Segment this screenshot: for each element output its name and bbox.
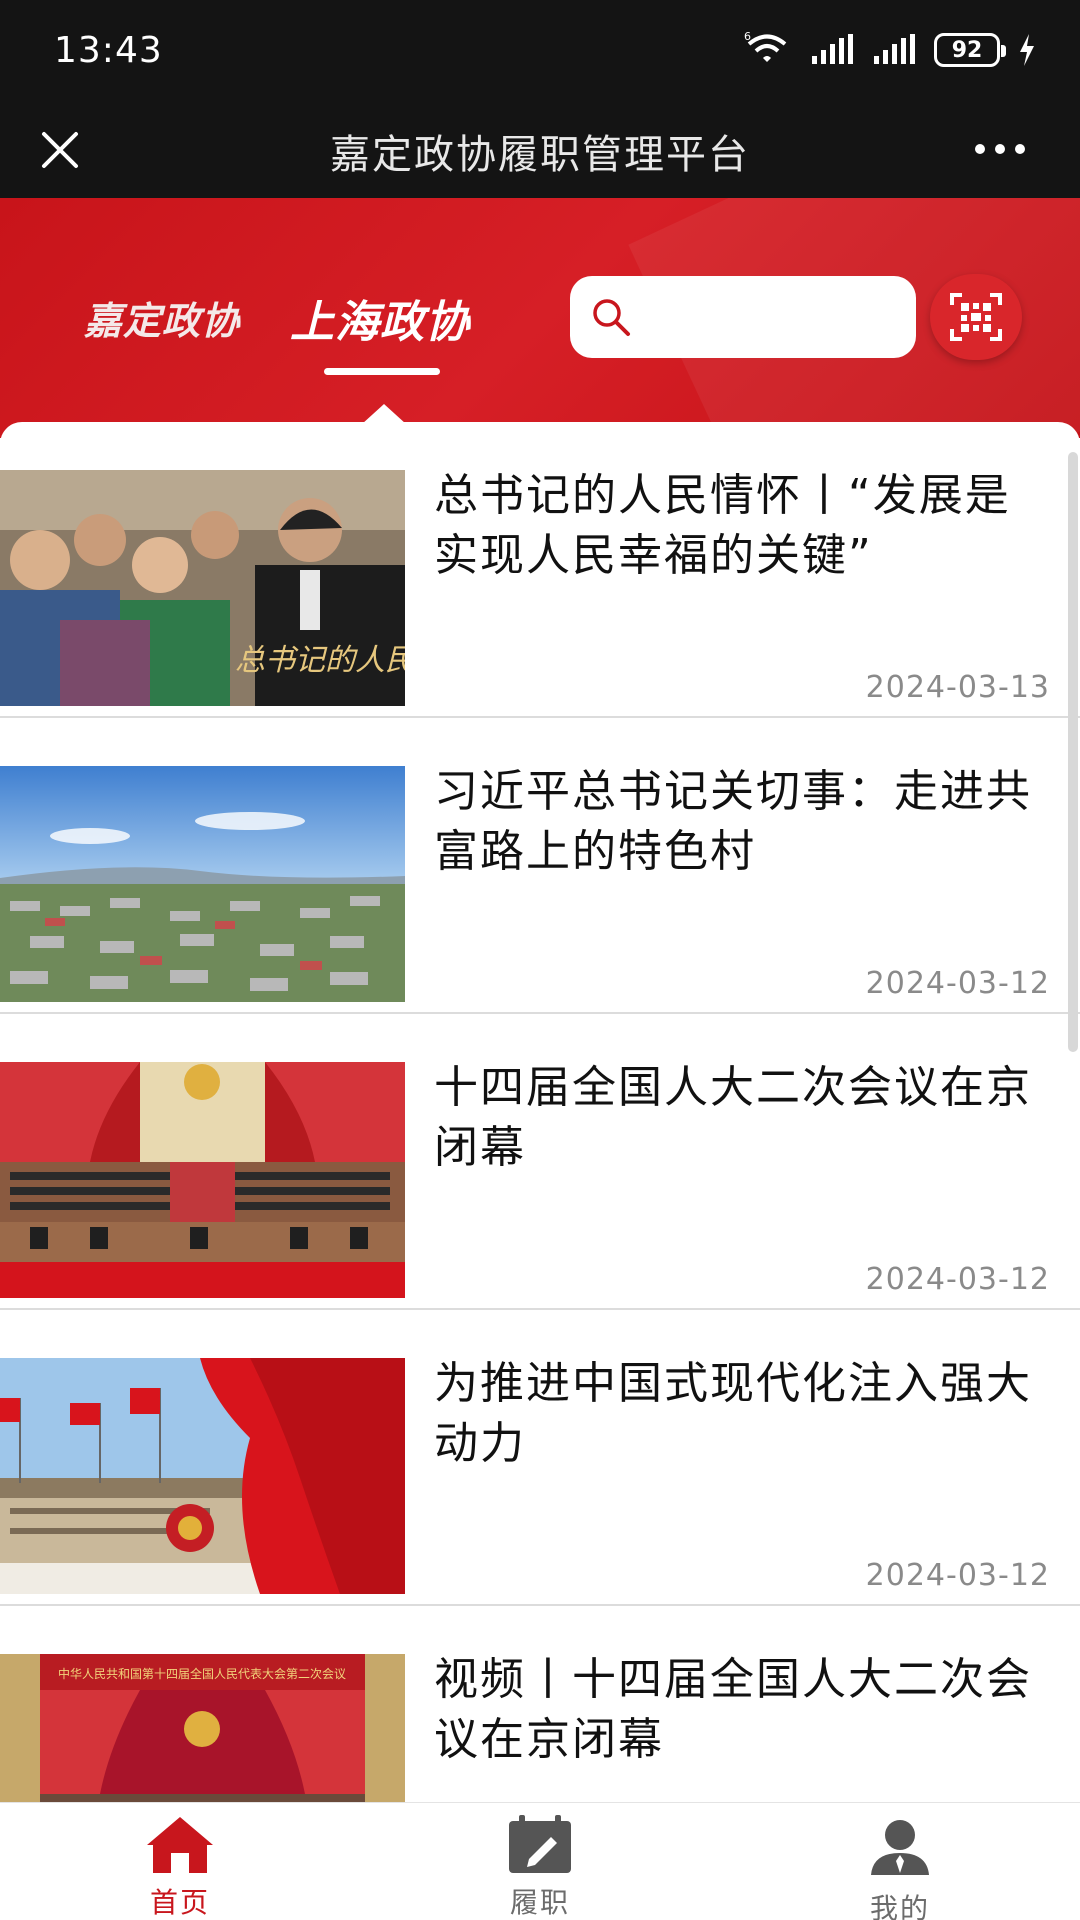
news-title[interactable]: 习近平总书记关切事：走进共富路上的特色村 [434,762,1039,882]
news-date: 2024-03-12 [865,1558,1050,1593]
status-bar: 13:43 6 92 [0,0,1080,100]
news-item[interactable]: 中华人民共和国第十四届全国人民代表大会第二次会议 视频丨十四届全国人大二次会议在… [0,1606,1080,1802]
search-icon [593,299,630,336]
status-time: 13:43 [54,30,163,71]
signal-icon [812,34,853,64]
title-bar: 嘉定政协履职管理平台 [0,100,1080,198]
news-item[interactable]: 习近平总书记关切事：走进共富路上的特色村 2024-03-12 [0,718,1080,1014]
battery-icon: 92 [934,33,1006,67]
news-list[interactable]: 总书记的人民情 总书记的人民情怀丨“发展是实现人民幸福的关键” 2024-03-… [0,422,1080,1802]
tab-jiading[interactable]: 嘉定政协 [84,290,240,345]
news-item[interactable]: 十四届全国人大二次会议在京闭幕 2024-03-12 [0,1014,1080,1310]
news-date: 2024-03-12 [865,966,1050,1001]
nav-mine-label: 我的 [869,1892,930,1920]
charging-icon [1020,34,1034,66]
page-title: 嘉定政协履职管理平台 [330,132,750,178]
wifi-badge: 6 [744,32,751,43]
scrollbar[interactable] [1068,452,1078,1052]
news-thumbnail [0,1358,405,1594]
nav-duty[interactable]: 履职 [440,1815,640,1920]
thumbnail-caption: 总书记的人民情 [235,643,405,678]
news-title[interactable]: 总书记的人民情怀丨“发展是实现人民幸福的关键” [434,466,1039,586]
header-banner: 嘉定政协 上海政协 [0,198,1080,438]
qr-code-icon [950,293,1002,341]
nav-home-label: 首页 [149,1886,210,1919]
more-button[interactable] [960,124,1040,174]
signal-icon-2 [874,34,915,64]
news-thumbnail [0,1062,405,1298]
tab-shanghai[interactable]: 上海政协 [290,286,470,350]
news-thumbnail: 中华人民共和国第十四届全国人民代表大会第二次会议 [0,1654,405,1802]
nav-mine[interactable]: 我的 [800,1817,1000,1920]
news-title[interactable]: 为推进中国式现代化注入强大动力 [434,1354,1039,1474]
news-date: 2024-03-13 [865,670,1050,705]
user-icon [871,1820,929,1875]
more-dot [995,144,1005,154]
more-dot [975,144,985,154]
calendar-edit-icon [509,1815,571,1873]
search-box[interactable] [570,276,916,358]
news-item[interactable]: 为推进中国式现代化注入强大动力 2024-03-12 [0,1310,1080,1606]
news-thumbnail: 总书记的人民情 [0,470,405,706]
search-input[interactable] [642,288,902,346]
nav-home[interactable]: 首页 [80,1815,280,1920]
nav-duty-label: 履职 [509,1886,570,1919]
qr-scan-button[interactable] [930,274,1022,360]
news-title[interactable]: 视频丨十四届全国人大二次会议在京闭幕 [434,1650,1039,1770]
news-title[interactable]: 十四届全国人大二次会议在京闭幕 [434,1058,1039,1178]
news-item[interactable]: 总书记的人民情 总书记的人民情怀丨“发展是实现人民幸福的关键” 2024-03-… [0,422,1080,718]
home-icon [147,1817,213,1873]
tab-pointer [362,404,406,424]
wifi-icon: 6 [744,32,787,62]
bottom-nav: 首页 履职 我的 [0,1802,1080,1920]
status-icons: 6 92 [742,30,1036,70]
news-thumbnail [0,766,405,1002]
thumbnail-caption: 中华人民共和国第十四届全国人民代表大会第二次会议 [58,1666,346,1681]
active-tab-indicator [324,368,440,375]
more-dot [1015,144,1025,154]
news-date: 2024-03-12 [865,1262,1050,1297]
battery-level: 92 [951,37,983,63]
